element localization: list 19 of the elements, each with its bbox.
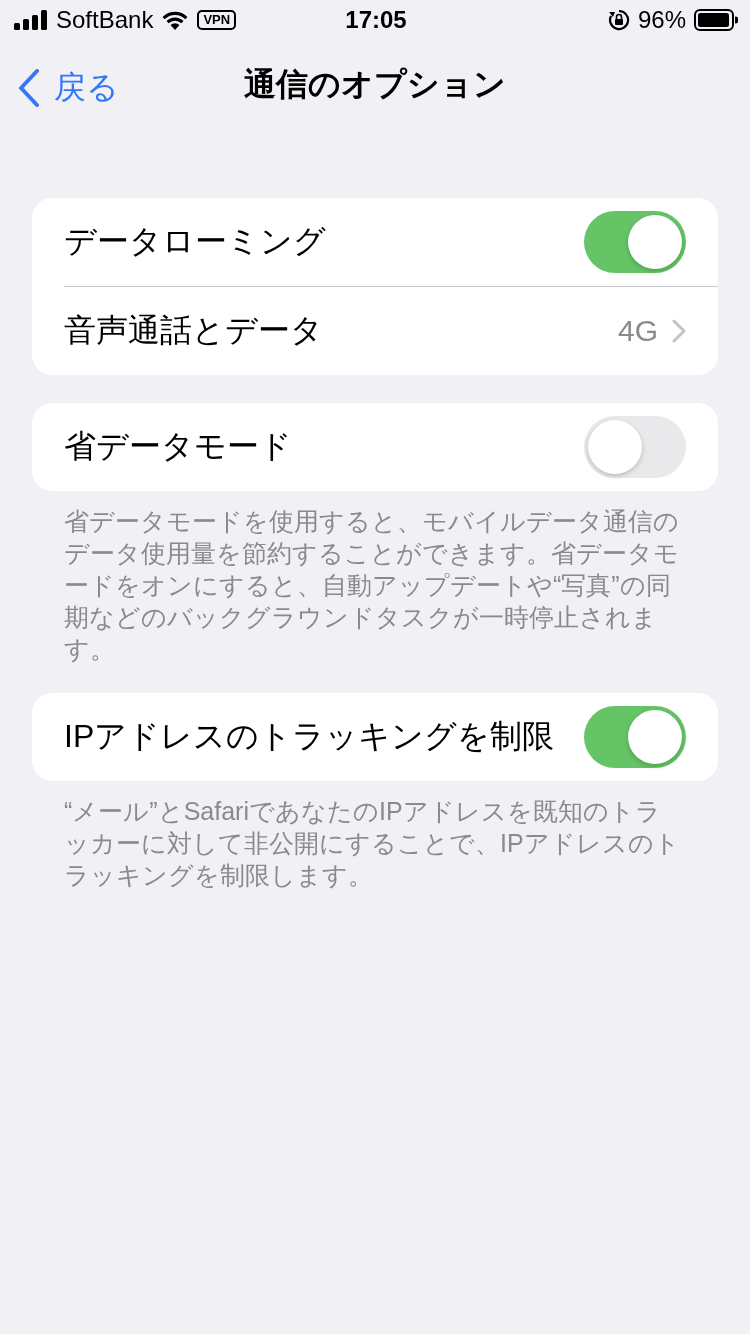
chevron-left-icon — [18, 69, 40, 107]
battery-icon — [694, 9, 738, 31]
footer-note: 省データモードを使用すると、モバイルデータ通信のデータ使用量を節約することができます。省データモードをオンにすると、自動アップデートや“写真”の同期などのバックグラウンドタスクが一時停止されます。 — [63, 506, 680, 665]
back-button[interactable]: 戻る — [18, 66, 119, 110]
carrier-name: SoftBank — [56, 6, 154, 34]
vpn-badge: VPN — [197, 10, 237, 30]
status-time: 17:05 — [345, 6, 407, 34]
page-title: 通信のオプション — [244, 65, 506, 104]
battery-percentage: 96% — [637, 6, 686, 34]
chevron-right-icon[interactable] — [672, 319, 686, 343]
setting-label: 省データモード — [64, 427, 293, 466]
rotation-lock-icon — [607, 9, 630, 31]
setting-label: 音声通話とデータ — [64, 311, 324, 350]
wifi-icon — [161, 10, 190, 30]
setting-label: IPアドレスのトラッキングを制限 — [64, 717, 556, 756]
footer-note: “メール”とSafariであなたのIPアドレスを既知のトラッカーに対して非公開にすることで、IPアドレスのトラッキングを制限します。 — [63, 796, 681, 891]
setting-label: データローミング — [64, 222, 327, 261]
signal-icon — [14, 10, 48, 30]
setting-value: 4G — [617, 314, 658, 348]
